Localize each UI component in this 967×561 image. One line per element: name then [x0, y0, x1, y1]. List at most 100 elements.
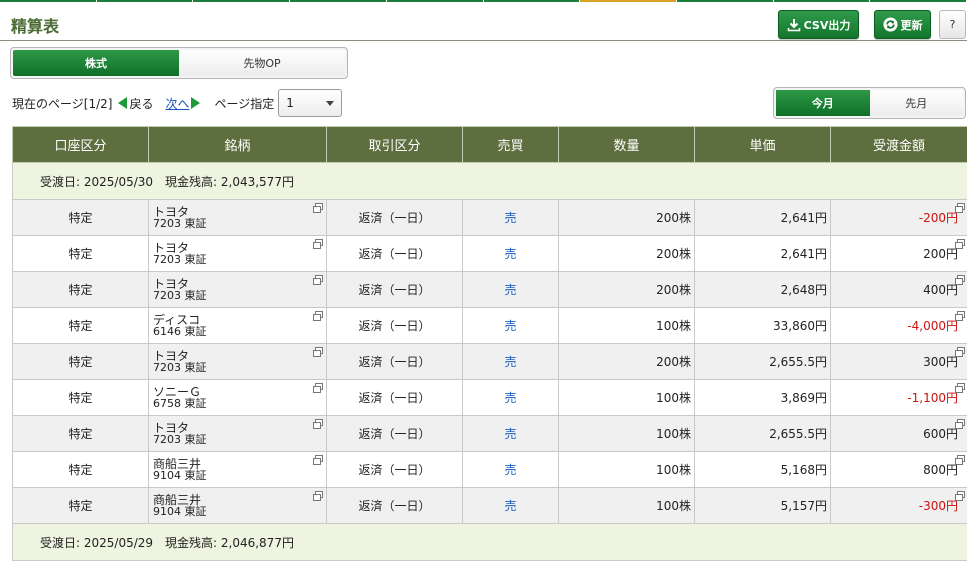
tab-prev-month[interactable]: 先月	[870, 90, 964, 116]
amount-cell[interactable]: 600円	[831, 416, 967, 452]
amount-value: 800円	[923, 463, 958, 477]
stock-code: 9104 東証	[153, 470, 323, 482]
download-icon	[787, 18, 801, 32]
stock-cell[interactable]: トヨタ7203 東証	[149, 416, 327, 452]
table-row[interactable]: 特定ディスコ6146 東証返済（一日）売100株33,860円-4,000円	[13, 308, 967, 344]
page-header: 精算表 CSV出力 更新 ?	[0, 2, 967, 41]
page-select-value: 1	[286, 96, 294, 110]
stock-cell[interactable]: トヨタ7203 東証	[149, 344, 327, 380]
popup-window-icon[interactable]	[315, 203, 323, 210]
amount-value: 600円	[923, 427, 958, 441]
page-spec-label: ページ指定	[214, 95, 274, 112]
amount-cell[interactable]: -4,000円	[831, 308, 967, 344]
popup-window-icon[interactable]	[957, 455, 965, 462]
quantity-cell: 100株	[559, 416, 695, 452]
account-cell: 特定	[13, 272, 149, 308]
price-cell: 2,641円	[695, 236, 831, 272]
trade-type-cell: 返済（一日）	[327, 488, 463, 524]
help-button[interactable]: ?	[939, 10, 966, 39]
account-cell: 特定	[13, 488, 149, 524]
side-cell: 売	[463, 488, 559, 524]
next-arrow-icon[interactable]	[191, 97, 200, 109]
table-row[interactable]: 特定トヨタ7203 東証返済（一日）売200株2,648円400円	[13, 272, 967, 308]
tab-this-month[interactable]: 今月	[776, 90, 870, 116]
stock-code: 7203 東証	[153, 434, 323, 446]
price-cell: 33,860円	[695, 308, 831, 344]
prev-arrow-icon[interactable]	[118, 97, 127, 109]
stock-code: 7203 東証	[153, 218, 323, 230]
refresh-icon	[883, 17, 898, 32]
popup-window-icon[interactable]	[957, 347, 965, 354]
stock-cell[interactable]: トヨタ7203 東証	[149, 236, 327, 272]
popup-window-icon[interactable]	[315, 383, 323, 390]
stock-cell[interactable]: 商船三井9104 東証	[149, 488, 327, 524]
popup-window-icon[interactable]	[315, 311, 323, 318]
col-quantity: 数量	[559, 127, 695, 163]
amount-cell[interactable]: 400円	[831, 272, 967, 308]
popup-window-icon[interactable]	[957, 275, 965, 282]
csv-export-button[interactable]: CSV出力	[778, 10, 859, 39]
month-toggle: 今月 先月	[773, 87, 966, 119]
prev-page-link[interactable]: 戻る	[129, 95, 153, 112]
table-row[interactable]: 特定トヨタ7203 東証返済（一日）売200株2,655.5円300円	[13, 344, 967, 380]
table-row[interactable]: 特定トヨタ7203 東証返済（一日）売200株2,641円200円	[13, 236, 967, 272]
table-row[interactable]: 特定トヨタ7203 東証返済（一日）売100株2,655.5円600円	[13, 416, 967, 452]
popup-window-icon[interactable]	[315, 347, 323, 354]
stock-name: ディスコ	[153, 314, 323, 326]
refresh-button[interactable]: 更新	[874, 10, 931, 39]
account-cell: 特定	[13, 200, 149, 236]
settlement-date-row: 受渡日: 2025/05/30 現金残高: 2,043,577円	[13, 163, 967, 200]
popup-window-icon[interactable]	[957, 311, 965, 318]
side-cell: 売	[463, 308, 559, 344]
table-row[interactable]: 特定トヨタ7203 東証返済（一日）売200株2,641円-200円	[13, 200, 967, 236]
tab-futures-options[interactable]: 先物OP	[179, 50, 345, 76]
amount-cell[interactable]: 300円	[831, 344, 967, 380]
popup-window-icon[interactable]	[957, 383, 965, 390]
trade-type-cell: 返済（一日）	[327, 416, 463, 452]
popup-window-icon[interactable]	[957, 491, 965, 498]
table-row[interactable]: 特定ソニーＧ6758 東証返済（一日）売100株3,869円-1,100円	[13, 380, 967, 416]
stock-cell[interactable]: ソニーＧ6758 東証	[149, 380, 327, 416]
amount-cell[interactable]: -200円	[831, 200, 967, 236]
stock-cell[interactable]: 商船三井9104 東証	[149, 452, 327, 488]
page-select[interactable]: 1	[278, 89, 342, 117]
popup-window-icon[interactable]	[315, 419, 323, 426]
popup-window-icon[interactable]	[957, 239, 965, 246]
next-page-link[interactable]: 次へ	[165, 95, 189, 112]
amount-value: 400円	[923, 283, 958, 297]
account-cell: 特定	[13, 236, 149, 272]
stock-code: 7203 東証	[153, 290, 323, 302]
side-cell: 売	[463, 236, 559, 272]
price-cell: 5,168円	[695, 452, 831, 488]
quantity-cell: 200株	[559, 236, 695, 272]
quantity-cell: 200株	[559, 272, 695, 308]
price-cell: 2,641円	[695, 200, 831, 236]
current-page-label: 現在のページ[1/2]	[12, 95, 112, 112]
side-cell: 売	[463, 416, 559, 452]
stock-cell[interactable]: トヨタ7203 東証	[149, 272, 327, 308]
price-cell: 3,869円	[695, 380, 831, 416]
table-row[interactable]: 特定商船三井9104 東証返済（一日）売100株5,157円-300円	[13, 488, 967, 524]
popup-window-icon[interactable]	[315, 491, 323, 498]
account-cell: 特定	[13, 452, 149, 488]
popup-window-icon[interactable]	[957, 203, 965, 210]
amount-cell[interactable]: 200円	[831, 236, 967, 272]
account-cell: 特定	[13, 308, 149, 344]
col-account: 口座区分	[13, 127, 149, 163]
stock-cell[interactable]: ディスコ6146 東証	[149, 308, 327, 344]
popup-window-icon[interactable]	[315, 275, 323, 282]
popup-window-icon[interactable]	[315, 239, 323, 246]
table-row[interactable]: 特定商船三井9104 東証返済（一日）売100株5,168円800円	[13, 452, 967, 488]
csv-export-label: CSV出力	[804, 17, 851, 33]
popup-window-icon[interactable]	[957, 419, 965, 426]
amount-cell[interactable]: -300円	[831, 488, 967, 524]
amount-value: -300円	[919, 499, 958, 513]
col-side: 売買	[463, 127, 559, 163]
tab-stock[interactable]: 株式	[13, 50, 179, 76]
stock-cell[interactable]: トヨタ7203 東証	[149, 200, 327, 236]
side-cell: 売	[463, 344, 559, 380]
popup-window-icon[interactable]	[315, 455, 323, 462]
amount-cell[interactable]: -1,100円	[831, 380, 967, 416]
stock-code: 7203 東証	[153, 362, 323, 374]
amount-cell[interactable]: 800円	[831, 452, 967, 488]
